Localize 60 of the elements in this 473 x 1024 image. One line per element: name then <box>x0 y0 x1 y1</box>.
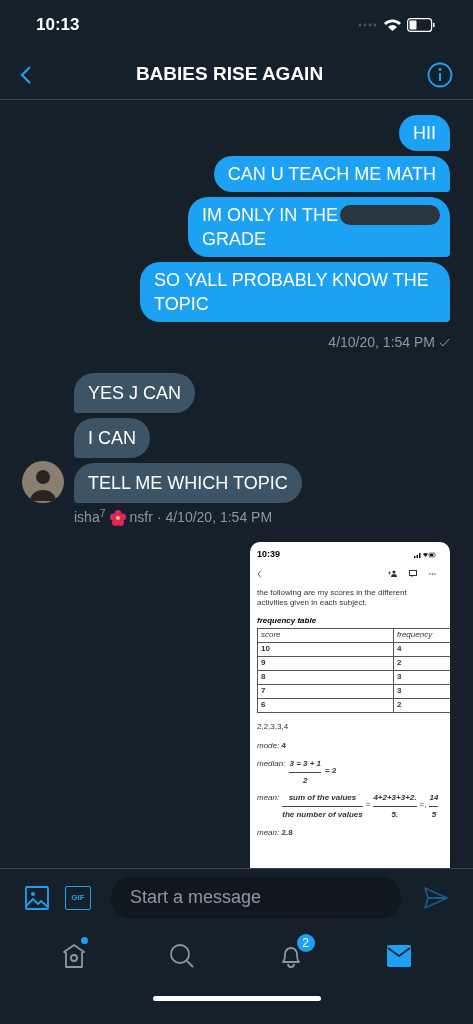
table-cell: 10 <box>257 642 394 656</box>
median-numerator: 3 = 3 + 1 <box>289 758 322 769</box>
message-timestamp: · 4/10/20, 1:54 PM <box>156 508 273 527</box>
search-icon <box>169 943 196 969</box>
image-attachment[interactable] <box>250 542 450 868</box>
table-title: frequency table <box>257 614 318 627</box>
avatar <box>22 461 64 503</box>
sender-handle: nsfr <box>129 508 153 527</box>
mean-result-denominator: 5 <box>431 809 437 820</box>
mean-formula-denominator: the number of values <box>282 809 363 820</box>
mean-sum-denominator: 5. <box>391 809 399 820</box>
notification-badge: 2 <box>296 934 315 952</box>
message-bubble: YES J CAN <box>74 373 196 413</box>
add-person-icon <box>388 570 397 577</box>
message-bubble: CAN U TEACH ME MATH <box>213 156 450 192</box>
mean-result-numerator: 14 <box>429 792 439 803</box>
equals-sign: =, <box>419 798 427 811</box>
conversation-title: BABIES RISE AGAIN <box>135 62 324 87</box>
status-icons <box>414 551 436 558</box>
comment-icon <box>409 570 417 577</box>
mean-label: mean: <box>257 792 280 802</box>
more-icon <box>429 572 436 575</box>
sender-name: isha$^{7}$ <box>74 507 106 527</box>
message-bubble: HII <box>399 115 450 151</box>
mail-icon <box>386 945 411 967</box>
message-bubble: SO YALL PROBABLY KNOW THE TOPIC <box>140 262 450 322</box>
median-result: = 2 <box>325 764 337 777</box>
mean-sum-numerator: 4+2+3+3+2. <box>373 792 417 803</box>
table-cell: 8 <box>257 670 394 684</box>
median-denominator: 2 <box>303 775 308 786</box>
battery-icon <box>407 18 435 32</box>
signal-icon <box>358 23 378 27</box>
median-label: median: <box>257 758 286 768</box>
gif-button[interactable]: GIF <box>65 885 91 910</box>
status-time: 10:13 <box>36 14 80 37</box>
back-icon[interactable] <box>20 64 32 85</box>
intro-text: the following are my scores in the different activities given in each subject. <box>257 587 408 608</box>
mean-formula-numerator: sum of the values <box>288 792 357 803</box>
table-cell: 7 <box>257 684 394 698</box>
message-timestamp: 4/10/20, 1:54 PM <box>328 333 435 352</box>
message-text: IM ONLY IN THE <box>202 204 339 227</box>
column-header: score <box>257 628 394 642</box>
table-cell: 9 <box>257 656 394 670</box>
flower-icon <box>109 509 126 526</box>
status-time: 10:39 <box>257 548 281 561</box>
home-icon <box>61 942 88 970</box>
message-bubble: I CAN <box>74 418 150 458</box>
message-bubble: TELL ME WHICH TOPIC <box>74 463 302 503</box>
message-input[interactable]: Start a message <box>111 876 401 919</box>
image-icon[interactable] <box>25 885 49 910</box>
back-icon <box>257 569 262 578</box>
column-header: frequency <box>393 628 450 642</box>
mean-text: mean: 2.8 <box>257 826 294 839</box>
mode-text: mode: 4 <box>257 739 287 752</box>
wifi-icon <box>384 19 401 31</box>
equals-sign: = <box>365 798 371 811</box>
message-text: GRADE <box>202 228 267 251</box>
scores-list: 2,2,3,3,4 <box>257 720 450 733</box>
table-cell: 6 <box>257 698 394 712</box>
info-icon[interactable] <box>427 61 453 88</box>
